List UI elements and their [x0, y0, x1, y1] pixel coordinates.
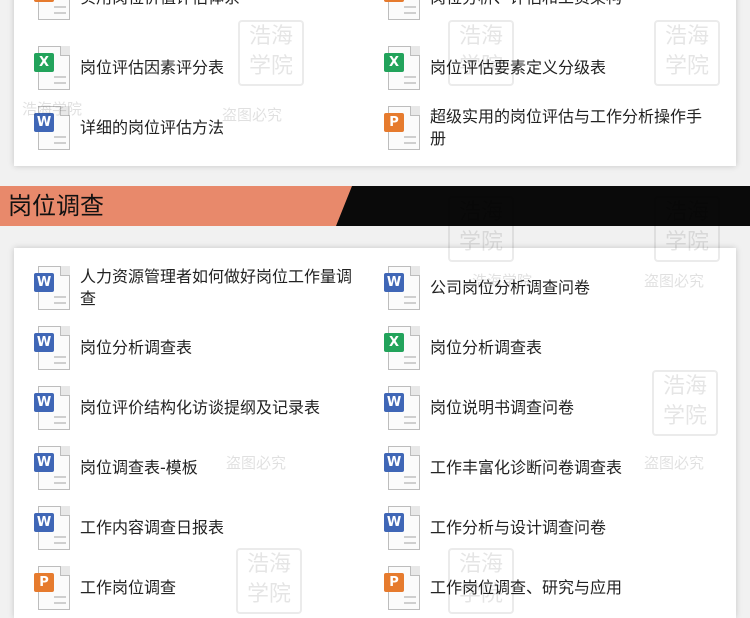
- word-file-icon: W: [384, 266, 422, 310]
- ppt-file-icon: P: [384, 106, 422, 150]
- file-item[interactable]: P 岗位分析、评估和工资架构: [384, 0, 710, 20]
- file-item[interactable]: P 工作岗位调查、研究与应用: [384, 566, 710, 610]
- excel-file-icon: X: [34, 46, 72, 90]
- word-file-icon: W: [34, 506, 72, 550]
- file-item[interactable]: X 岗位评估要素定义分级表: [384, 46, 710, 90]
- file-item-label: 工作丰富化诊断问卷调查表: [430, 458, 623, 477]
- ppt-file-icon: P: [384, 566, 422, 610]
- file-item-label: 岗位评估要素定义分级表: [430, 58, 607, 77]
- file-item[interactable]: P 超级实用的岗位评估与工作分析操作手册: [384, 106, 710, 150]
- section-header: 岗位调查: [0, 186, 750, 226]
- file-item-label: 岗位分析调查表: [80, 338, 193, 357]
- word-file-icon: W: [34, 446, 72, 490]
- section-title: 岗位调查: [8, 192, 104, 220]
- file-item[interactable]: X 岗位评估因素评分表: [34, 46, 360, 90]
- file-item[interactable]: X 岗位分析调查表: [384, 326, 710, 370]
- word-file-icon: W: [34, 106, 72, 150]
- word-file-icon: W: [384, 386, 422, 430]
- file-item[interactable]: W 详细的岗位评估方法: [34, 106, 360, 150]
- file-item-label: 岗位评价结构化访谈提纲及记录表: [80, 398, 321, 417]
- file-item[interactable]: P 工作岗位调查: [34, 566, 360, 610]
- file-item-label: 详细的岗位评估方法: [80, 118, 225, 137]
- file-item-label: 工作内容调查日报表: [80, 518, 225, 537]
- file-item[interactable]: W 岗位评价结构化访谈提纲及记录表: [34, 386, 360, 430]
- word-file-icon: W: [384, 446, 422, 490]
- file-item-label: 工作岗位调查、研究与应用: [430, 578, 623, 597]
- file-item-label: 岗位说明书调查问卷: [430, 398, 575, 417]
- file-item[interactable]: W 人力资源管理者如何做好岗位工作量调查: [34, 266, 360, 310]
- file-item[interactable]: W 工作分析与设计调查问卷: [384, 506, 710, 550]
- file-item[interactable]: W 岗位说明书调查问卷: [384, 386, 710, 430]
- file-item[interactable]: W 工作内容调查日报表: [34, 506, 360, 550]
- file-item[interactable]: W 岗位分析调查表: [34, 326, 360, 370]
- file-item-label: 岗位评估因素评分表: [80, 58, 225, 77]
- file-item-label: 岗位分析调查表: [430, 338, 543, 357]
- file-item-label: 岗位调查表-模板: [80, 458, 198, 477]
- file-item-label: 公司岗位分析调查问卷: [430, 278, 591, 297]
- file-item[interactable]: W 岗位调查表-模板: [34, 446, 360, 490]
- ppt-file-icon: P: [34, 0, 72, 20]
- file-item[interactable]: W 工作丰富化诊断问卷调查表: [384, 446, 710, 490]
- file-item-label: 岗位分析、评估和工资架构: [430, 0, 710, 9]
- word-file-icon: W: [384, 506, 422, 550]
- ppt-file-icon: P: [34, 566, 72, 610]
- file-item-label: 人力资源管理者如何做好岗位工作量调查: [80, 267, 353, 308]
- file-item[interactable]: P 实用岗位价值评估体系: [34, 0, 360, 20]
- word-file-icon: W: [34, 386, 72, 430]
- file-item-label: 工作分析与设计调查问卷: [430, 518, 607, 537]
- top-file-list-card: P 实用岗位价值评估体系 P 岗位分析、评估和工资架构 X 岗位评估因素评分表 …: [14, 0, 736, 166]
- excel-file-icon: X: [384, 326, 422, 370]
- file-item-label: 实用岗位价值评估体系: [80, 0, 360, 9]
- section-file-list-card: W 人力资源管理者如何做好岗位工作量调查 W 公司岗位分析调查问卷 W 岗位分析…: [14, 248, 736, 618]
- ppt-file-icon: P: [384, 0, 422, 20]
- excel-file-icon: X: [384, 46, 422, 90]
- file-item-label: 超级实用的岗位评估与工作分析操作手册: [430, 107, 703, 148]
- file-item[interactable]: W 公司岗位分析调查问卷: [384, 266, 710, 310]
- file-item-label: 工作岗位调查: [80, 578, 177, 597]
- word-file-icon: W: [34, 326, 72, 370]
- word-file-icon: W: [34, 266, 72, 310]
